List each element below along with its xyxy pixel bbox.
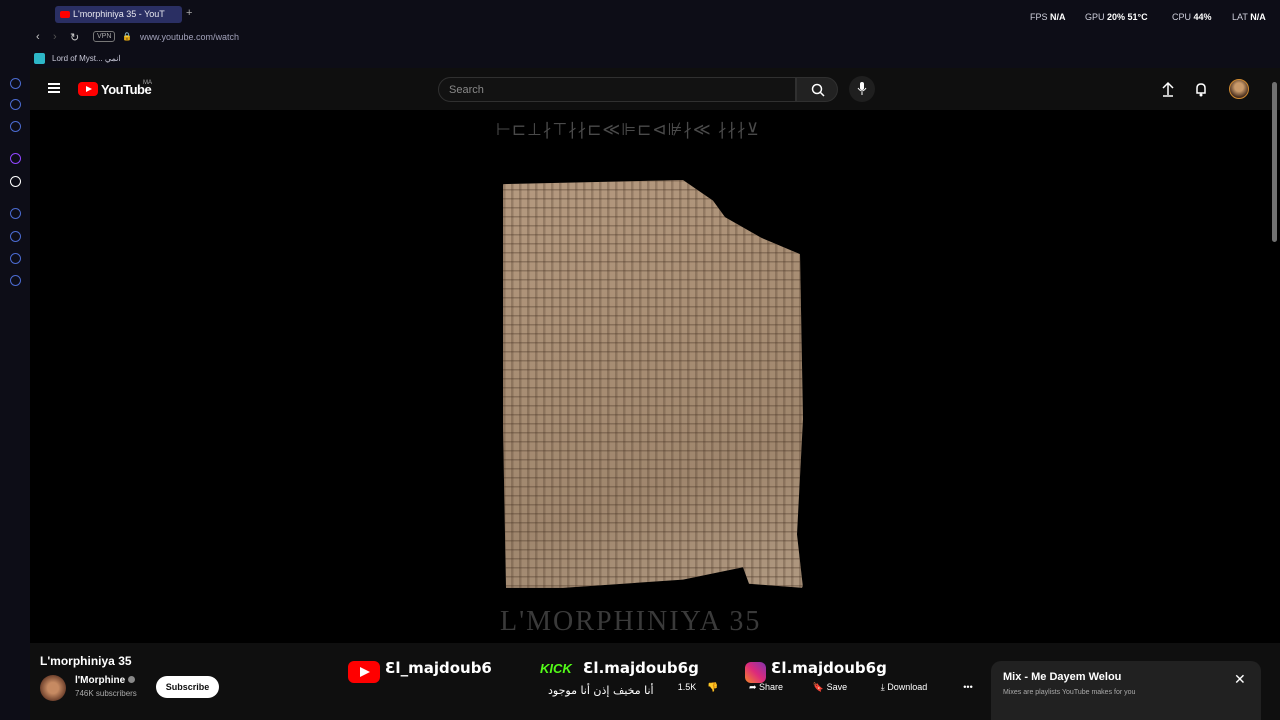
overlay-youtube-icon [348, 661, 380, 683]
sidebar-clock-icon[interactable] [10, 231, 21, 242]
vpn-badge[interactable]: VPN [93, 31, 116, 42]
overlay-instagram-handle: Ɛl.majdoub6g [771, 659, 887, 677]
lock-icon: 🔒 [122, 32, 132, 41]
region-code: MA [143, 80, 152, 86]
address-bar: ‹ › ↻ VPN 🔒 www.youtube.com/watch [0, 28, 1280, 50]
subscriber-count: 746K subscribers [75, 689, 137, 698]
scrollbar[interactable] [1272, 82, 1277, 242]
twitch-icon[interactable] [10, 153, 21, 164]
overlay-arabic-caption: أنا مخيف إذن أنا موجود [548, 684, 654, 697]
upload-icon[interactable] [1160, 81, 1176, 97]
download-label: Download [887, 682, 928, 692]
sidebar-bag-icon[interactable] [10, 78, 21, 89]
x-icon[interactable] [10, 176, 21, 187]
hamburger-menu-icon[interactable] [48, 83, 60, 93]
bookmark-item[interactable]: Lord of Myst... انمي [52, 54, 121, 63]
channel-avatar[interactable] [40, 675, 66, 701]
sidebar-box-icon[interactable] [10, 253, 21, 264]
video-title-overlay: L'MORPHINIYA 35 [500, 606, 762, 637]
search-input[interactable] [449, 84, 769, 96]
search-icon [811, 83, 825, 97]
youtube-logo-icon[interactable] [78, 82, 98, 96]
overlay-youtube-handle: Ɛl_majdoub6 [385, 659, 492, 677]
video-player[interactable]: ⊢⊏⊥∤⊤∤∤⊏≪⊫⊏⊲⊯∤≪ ∤∤∤⊻ L'MORPHINIYA 35 [30, 110, 1280, 643]
sidebar-play-icon[interactable] [10, 208, 21, 219]
overlay-kick-handle: Ɛl.majdoub6g [583, 659, 699, 677]
share-icon: ➦ [748, 682, 759, 692]
dislike-button[interactable]: 👎 [700, 676, 726, 698]
user-avatar[interactable] [1229, 79, 1249, 99]
verified-icon [128, 676, 136, 683]
bookmark-bar: Lord of Myst... انمي [0, 50, 1280, 68]
voice-search-button[interactable] [849, 76, 875, 102]
channel-name[interactable]: l'Morphine [75, 675, 136, 686]
sidebar-settings-icon[interactable] [10, 275, 21, 286]
like-count: 1.5K [677, 682, 697, 692]
youtube-header: YouTube MA [30, 68, 1280, 110]
dislike-icon: 👎 [707, 682, 719, 692]
new-tab-button[interactable]: + [186, 7, 192, 19]
cuneiform-header: ⊢⊏⊥∤⊤∤∤⊏≪⊫⊏⊲⊯∤≪ ∤∤∤⊻ [496, 120, 760, 140]
search-box [438, 77, 796, 102]
url-field[interactable]: www.youtube.com/watch [140, 32, 239, 42]
cuneiform-tablet-image [503, 180, 803, 588]
save-label: Save [826, 682, 848, 692]
download-button[interactable]: ⤓ Download [868, 676, 940, 698]
more-actions-button[interactable]: ••• [955, 676, 981, 698]
save-button[interactable]: 🔖 Save [806, 676, 854, 698]
youtube-page: YouTube MA ⊢⊏⊥∤⊤∤∤⊏≪⊫⊏⊲⊯∤≪ ∤∤∤⊻ L'MORPHI… [30, 68, 1280, 720]
save-icon: 🔖 [812, 682, 827, 692]
subscribe-button[interactable]: Subscribe [156, 676, 219, 698]
notifications-bell-icon[interactable] [1193, 81, 1209, 97]
tab-title: L'morphiniya 35 - YouT [73, 9, 165, 19]
reload-icon[interactable]: ↻ [70, 31, 79, 44]
tab-active[interactable]: L'morphiniya 35 - YouT [55, 6, 182, 23]
share-button[interactable]: ➦ Share [738, 676, 794, 698]
microphone-icon [857, 82, 867, 95]
youtube-favicon-icon [60, 11, 70, 18]
gpu-stat: GPU 20% 51°C [1085, 12, 1148, 22]
sidebar-mail-icon[interactable] [10, 121, 21, 132]
browser-sidebar [0, 0, 30, 720]
mix-close-icon[interactable]: ✕ [1234, 671, 1246, 688]
like-button[interactable]: 1.5K [650, 676, 706, 698]
overlay-kick-label: KICK [540, 661, 572, 676]
cpu-stat: CPU 44% [1172, 12, 1212, 22]
mix-panel[interactable]: Mix - Me Dayem Welou Mixes are playlists… [991, 661, 1261, 720]
sidebar-edit-icon[interactable] [10, 99, 21, 110]
forward-icon[interactable]: › [53, 31, 57, 43]
lat-stat: LAT N/A [1232, 12, 1266, 22]
bookmark-favicon-icon [34, 53, 45, 64]
mix-title: Mix - Me Dayem Welou [1003, 671, 1122, 683]
video-info: L'morphiniya 35 l'Morphine 746K subscrib… [30, 643, 1280, 720]
back-icon[interactable]: ‹ [36, 31, 40, 43]
search-button[interactable] [796, 77, 838, 102]
fps-stat: FPS N/A [1030, 12, 1066, 22]
share-label: Share [759, 682, 784, 692]
video-title: L'morphiniya 35 [40, 654, 132, 668]
browser-tab-bar: L'morphiniya 35 - YouT + FPS N/A GPU 20%… [0, 0, 1280, 28]
mix-subtitle: Mixes are playlists YouTube makes for yo… [1003, 689, 1136, 696]
